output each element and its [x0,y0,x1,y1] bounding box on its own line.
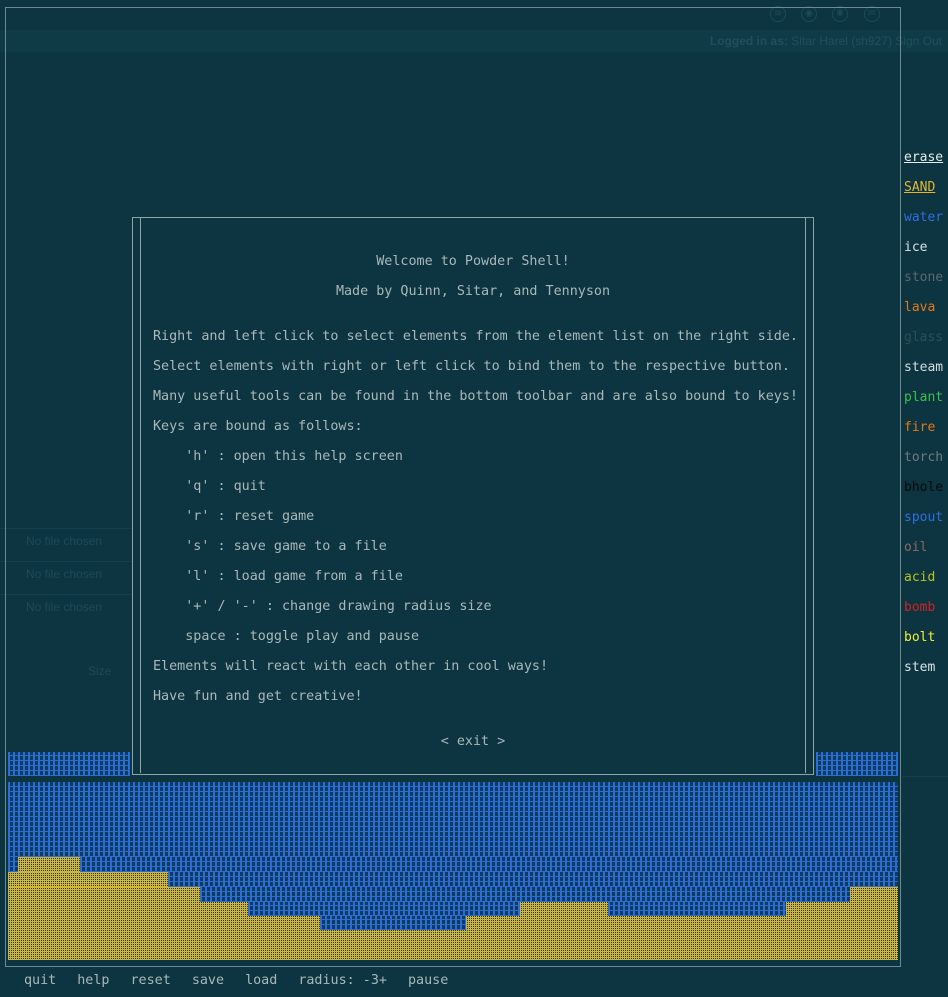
sand-region [8,902,248,916]
water-region [248,902,520,916]
water-region [816,752,898,776]
pause-button[interactable]: pause [408,973,448,988]
water-region [320,916,466,930]
help-line: Select elements with right or left click… [153,359,790,374]
element-list: erase SAND water ice stone lava glass steam plan… [904,148,948,688]
sign-out-link: Sign Out [895,34,942,48]
bottom-toolbar: quit help reset save load radius: -3+ pause [24,973,469,993]
sand-region [466,916,898,930]
load-button[interactable]: load [245,973,277,988]
background-divider [902,776,948,777]
element-sand[interactable]: SAND [904,178,948,208]
help-dialog-body: Welcome to Powder Shell! Made by Quinn, … [140,217,806,773]
element-fire[interactable]: fire [904,418,948,448]
sand-region [8,872,168,887]
help-line: Right and left click to select elements … [153,329,798,344]
element-stem[interactable]: stem [904,658,948,688]
help-line: 's' : save game to a file [153,539,387,554]
water-region [8,857,18,872]
water-region [168,872,898,887]
quit-button[interactable]: quit [24,973,56,988]
element-acid[interactable]: acid [904,568,948,598]
exit-button[interactable]: < exit > [141,733,805,751]
element-ice[interactable]: ice [904,238,948,268]
element-plant[interactable]: plant [904,388,948,418]
element-glass[interactable]: glass [904,328,948,358]
element-bolt[interactable]: bolt [904,628,948,658]
help-line: Keys are bound as follows: [153,419,363,434]
element-stone[interactable]: stone [904,268,948,298]
dialog-credits: Made by Quinn, Sitar, and Tennyson [335,284,611,299]
sand-region [8,930,898,960]
element-lava[interactable]: lava [904,298,948,328]
help-line: Have fun and get creative! [153,689,363,704]
water-region [608,902,786,916]
element-water[interactable]: water [904,208,948,238]
element-erase[interactable]: erase [904,148,948,178]
help-line: 'l' : load game from a file [153,569,403,584]
save-button[interactable]: save [192,973,224,988]
element-bomb[interactable]: bomb [904,598,948,628]
help-line: space : toggle play and pause [153,629,420,644]
help-line: 'q' : quit [153,479,266,494]
sand-region [18,857,80,872]
help-line: '+' / '-' : change drawing radius size [153,599,492,614]
water-region [80,857,898,872]
reset-button[interactable]: reset [131,973,171,988]
water-region [200,887,850,902]
water-region [8,782,898,857]
element-torch[interactable]: torch [904,448,948,478]
help-line: Elements will react with each other in c… [153,659,549,674]
radius-button[interactable]: radius: -3+ [298,973,387,988]
game-canvas[interactable] [8,752,898,962]
sand-region [8,916,320,930]
help-line: 'h' : open this help screen [153,449,403,464]
dialog-title: Welcome to Powder Shell! [376,254,570,269]
powder-shell-terminal: ≡ ◉ ✱ ✉ Logged in as: Sitar Harel (sh927… [0,0,948,997]
element-steam[interactable]: steam [904,358,948,388]
sand-region [786,902,898,916]
water-region [8,752,130,776]
help-button[interactable]: help [77,973,109,988]
help-line: Many useful tools can be found in the bo… [153,389,798,404]
element-spout[interactable]: spout [904,508,948,538]
sand-region [520,902,608,916]
sand-region [8,887,200,902]
help-dialog: Welcome to Powder Shell! Made by Quinn, … [132,217,814,775]
element-oil[interactable]: oil [904,538,948,568]
element-bhole[interactable]: bhole [904,478,948,508]
help-line: 'r' : reset game [153,509,315,524]
sand-region [850,887,898,902]
